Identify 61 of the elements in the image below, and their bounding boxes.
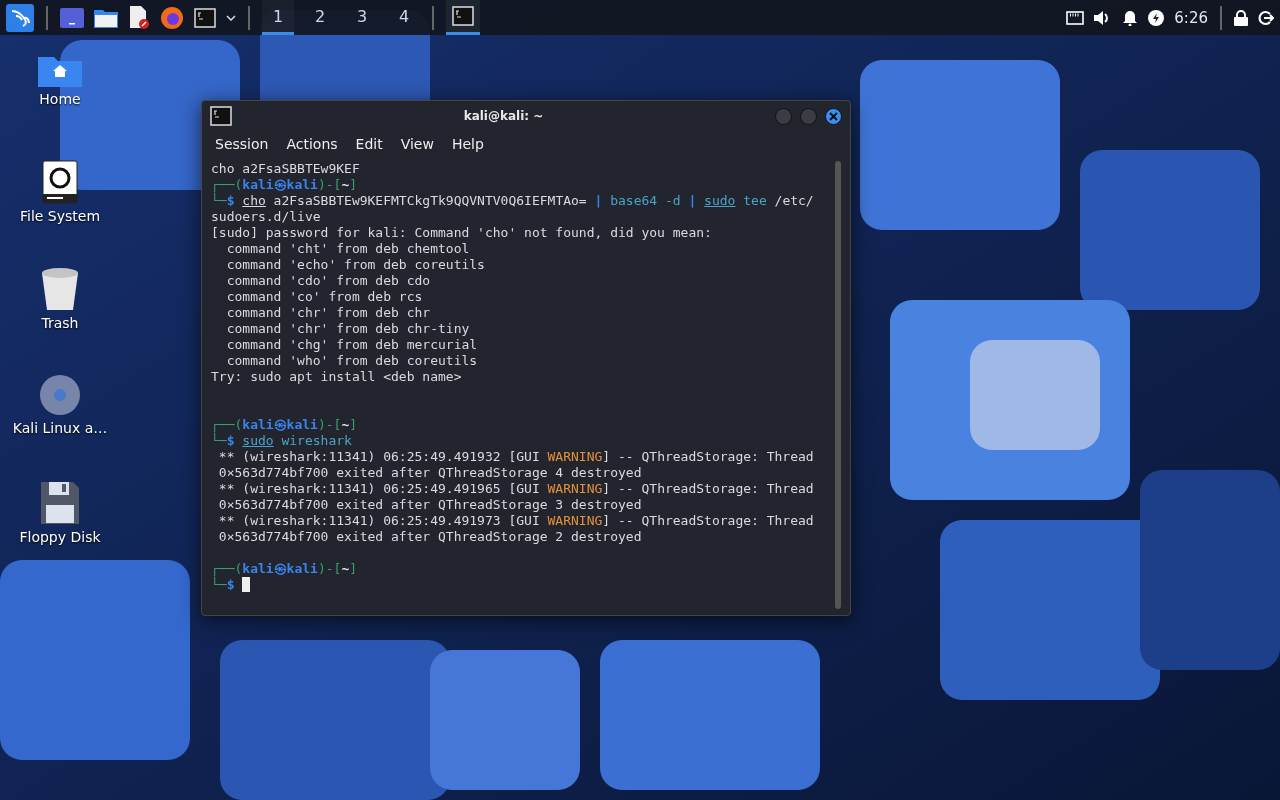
terminal-line: ┌──(kali㉿kali)-[~] <box>211 417 359 433</box>
terminal-line: 0×563d774bf700 exited after QThreadStorage 2 destroyed <box>217 529 643 545</box>
power-icon[interactable] <box>1148 9 1165 26</box>
clock[interactable]: 6:26 <box>1174 8 1208 27</box>
terminal-line: command 'echo' from deb coreutils <box>225 257 486 273</box>
workspace-tab[interactable]: 4 <box>388 0 420 35</box>
menu-item[interactable]: View <box>391 136 443 152</box>
desktop-icon-label[interactable]: Home <box>39 91 81 107</box>
close-button[interactable] <box>825 107 842 125</box>
browser-icon[interactable] <box>160 5 184 30</box>
caret-icon[interactable] <box>226 14 236 21</box>
workspace-tab[interactable]: 3 <box>346 0 378 35</box>
menu-item[interactable]: Edit <box>346 136 392 152</box>
terminal-line: 0×563d774bf700 exited after QThreadStorage 3 destroyed <box>217 497 643 513</box>
terminal-icon[interactable] <box>210 106 232 126</box>
lock-icon[interactable] <box>1234 9 1248 26</box>
terminal-line: Try: sudo apt install <deb name> <box>211 369 463 385</box>
terminal-line: └─$ cho a2FsaSBBTEw9KEFMTCkgTk9QQVNTV0Q6IEFMTAo= | base64 -d | sudo tee /etc/ <box>211 193 815 209</box>
workspace-tab[interactable]: 2 <box>304 0 336 35</box>
workspace-tab[interactable]: 1 <box>262 0 294 35</box>
logout-icon[interactable] <box>1258 9 1274 26</box>
terminal-line: cho a2FsaSBBTEw9KEF <box>211 161 361 177</box>
desktop-icon-label[interactable]: Kali Linux a… <box>12 420 108 436</box>
menu-item[interactable]: Session <box>206 136 278 152</box>
terminal-line: command 'chg' from deb mercurial <box>225 337 479 353</box>
document-edit-icon[interactable] <box>128 5 150 30</box>
trash-icon <box>41 267 79 311</box>
disc-icon <box>39 374 81 416</box>
terminal-icon[interactable] <box>194 7 216 28</box>
desktop-icon-label[interactable]: Trash <box>41 315 79 331</box>
hard-drive-icon <box>42 160 78 204</box>
terminal-line: command 'cht' from deb chemtool <box>225 241 471 257</box>
terminal-line: command 'co' from deb rcs <box>225 289 424 305</box>
terminal-line: [sudo] password for kali: Command 'cho' not found, did you mean: <box>211 225 713 241</box>
terminal-line: ┌──(kali㉿kali)-[~] <box>211 561 359 577</box>
terminal-icon[interactable] <box>452 6 474 26</box>
terminal-line: ** (wireshark:11341) 06:25:49.491932 [GUI WARNING] -- QThreadStorage: Thread <box>217 449 815 465</box>
desktop-icon[interactable] <box>60 7 84 28</box>
terminal-line: command 'chr' from deb chr <box>225 305 432 321</box>
terminal-line: └─$ <box>211 577 829 593</box>
terminal-line: command 'cdo' from deb cdo <box>225 273 432 289</box>
terminal-line: ** (wireshark:11341) 06:25:49.491973 [GUI WARNING] -- QThreadStorage: Thread <box>217 513 815 529</box>
desktop-icon-label[interactable]: Floppy Disk <box>19 529 101 545</box>
terminal-line: ** (wireshark:11341) 06:25:49.491965 [GUI WARNING] -- QThreadStorage: Thread <box>217 481 815 497</box>
terminal-line: command 'chr' from deb chr-tiny <box>225 321 471 337</box>
menu-item[interactable]: Help <box>442 136 493 152</box>
terminal-line: 0×563d774bf700 exited after QThreadStorage 4 destroyed <box>217 465 643 481</box>
terminal-task-button[interactable] <box>446 0 480 35</box>
scrollbar[interactable] <box>835 161 841 609</box>
close-icon <box>829 111 838 121</box>
dragon-logo-icon[interactable] <box>6 3 34 32</box>
desktop-icon-label[interactable]: File System <box>19 208 101 224</box>
terminal-line: ┌──(kali㉿kali)-[~] <box>211 177 359 193</box>
window-title: kali@kali: ~ <box>462 109 545 123</box>
network-icon[interactable] <box>1066 10 1085 25</box>
menu-item[interactable]: Actions <box>277 136 347 152</box>
terminal-line: └─$ sudo wireshark <box>211 433 353 449</box>
terminal-line: sudoers.d/live <box>211 209 322 225</box>
bell-icon[interactable] <box>1122 9 1139 26</box>
terminal-line: command 'who' from deb coreutils <box>225 353 479 369</box>
folder-icon[interactable] <box>94 7 118 28</box>
